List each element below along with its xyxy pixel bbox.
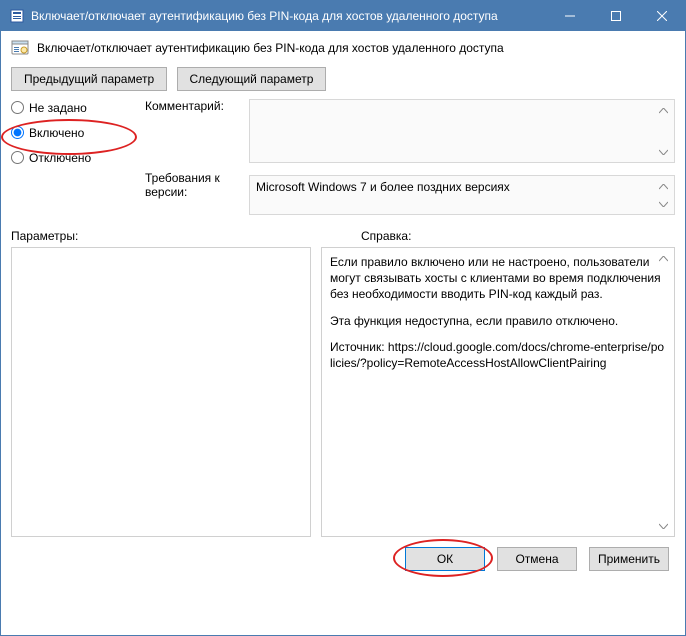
content: Включает/отключает аутентификацию без PI… <box>1 31 685 581</box>
section-labels: Параметры: Справка: <box>11 229 675 243</box>
help-label: Справка: <box>361 229 411 243</box>
radio-not-configured-label: Не задано <box>29 102 87 114</box>
policy-icon <box>11 39 29 57</box>
radio-enabled[interactable]: Включено <box>11 126 139 139</box>
help-pane: Если правило включено или не настроено, … <box>321 247 675 537</box>
mid-fields: Microsoft Windows 7 и более поздних верс… <box>249 99 675 215</box>
window-buttons <box>547 1 685 31</box>
policy-header: Включает/отключает аутентификацию без PI… <box>11 39 675 57</box>
cancel-button[interactable]: Отмена <box>497 547 577 571</box>
help-p1: Если правило включено или не настроено, … <box>330 254 666 303</box>
radio-disabled-input[interactable] <box>11 151 24 164</box>
config-row: Не задано Включено Отключено Комментарий… <box>11 99 675 215</box>
radio-disabled-label: Отключено <box>29 152 91 164</box>
apply-button[interactable]: Применить <box>589 547 669 571</box>
chevron-up-icon[interactable] <box>655 178 672 195</box>
radio-not-configured-input[interactable] <box>11 101 24 114</box>
options-pane <box>11 247 311 537</box>
help-text: Если правило включено или не настроено, … <box>330 254 666 371</box>
ok-button[interactable]: ОК <box>405 547 485 571</box>
close-button[interactable] <box>639 1 685 31</box>
help-p2: Эта функция недоступна, если правило отк… <box>330 313 666 329</box>
nav-row: Предыдущий параметр Следующий параметр <box>11 67 675 91</box>
maximize-button[interactable] <box>593 1 639 31</box>
chevron-down-icon[interactable] <box>655 143 672 160</box>
radio-not-configured[interactable]: Не задано <box>11 101 139 114</box>
footer: ОК Отмена Применить <box>11 547 675 571</box>
help-p3: Источник: https://cloud.google.com/docs/… <box>330 339 666 371</box>
options-label: Параметры: <box>11 229 361 243</box>
previous-setting-button[interactable]: Предыдущий параметр <box>11 67 167 91</box>
chevron-down-icon[interactable] <box>655 517 672 534</box>
window-title: Включает/отключает аутентификацию без PI… <box>31 9 547 23</box>
comment-value <box>250 100 674 108</box>
chevron-up-icon[interactable] <box>655 102 672 119</box>
mid-labels: Комментарий: Требования к версии: <box>145 99 243 215</box>
radio-enabled-input[interactable] <box>11 126 24 139</box>
radio-disabled[interactable]: Отключено <box>11 151 139 164</box>
supported-field: Microsoft Windows 7 и более поздних верс… <box>249 175 675 215</box>
state-radio-group: Не задано Включено Отключено <box>11 99 139 164</box>
titlebar: Включает/отключает аутентификацию без PI… <box>1 1 685 31</box>
chevron-down-icon[interactable] <box>655 195 672 212</box>
supported-label: Требования к версии: <box>145 171 243 199</box>
supported-value: Microsoft Windows 7 и более поздних верс… <box>250 176 674 198</box>
policy-title: Включает/отключает аутентификацию без PI… <box>37 41 504 55</box>
app-icon <box>9 8 25 24</box>
comment-field[interactable] <box>249 99 675 163</box>
radio-column: Не задано Включено Отключено <box>11 99 139 215</box>
radio-enabled-label: Включено <box>29 127 84 139</box>
next-setting-button[interactable]: Следующий параметр <box>177 67 327 91</box>
panes: Если правило включено или не настроено, … <box>11 247 675 537</box>
minimize-button[interactable] <box>547 1 593 31</box>
chevron-up-icon[interactable] <box>655 250 672 267</box>
comment-label: Комментарий: <box>145 99 243 113</box>
